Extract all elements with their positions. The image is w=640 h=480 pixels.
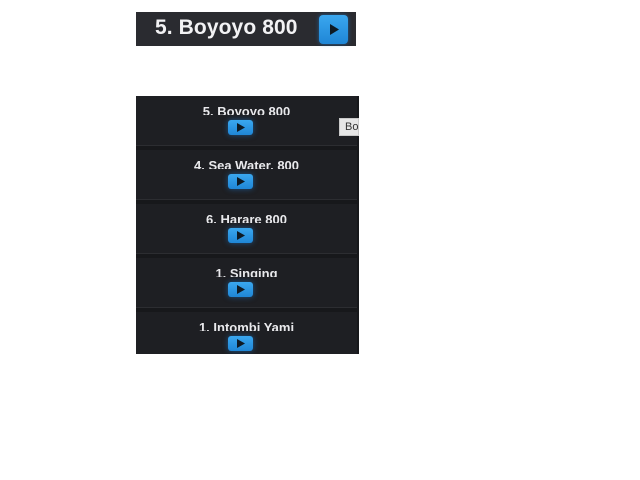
track-play-button[interactable] (228, 120, 253, 135)
track-label: 5. Boyoyo 800 (202, 104, 291, 115)
play-icon (237, 123, 245, 132)
track-label: 6. Harare 800 (206, 212, 287, 223)
track-play-button[interactable] (228, 336, 253, 351)
now-playing-bar: 5. Boyoyo 800 (136, 12, 356, 46)
track-play-button[interactable] (228, 228, 253, 243)
now-playing-play-button[interactable] (319, 15, 348, 44)
now-playing-title: 5. Boyoyo 800 (155, 16, 298, 39)
track-label: 4. Sea Water, 800 (193, 158, 300, 169)
play-icon (237, 231, 245, 240)
track-item[interactable]: 1. Intombi Yami (136, 312, 357, 354)
play-icon (237, 177, 245, 186)
tooltip: Bo (339, 118, 359, 136)
play-icon (237, 339, 245, 348)
track-item[interactable]: 5. Boyoyo 800 (136, 96, 357, 146)
track-item[interactable]: 1. Singing (136, 258, 357, 308)
track-play-button[interactable] (228, 282, 253, 297)
track-label: 1. Singing (215, 266, 278, 277)
track-item[interactable]: 6. Harare 800 (136, 204, 357, 254)
track-label: 1. Intombi Yami (198, 320, 295, 331)
track-item[interactable]: 4. Sea Water, 800 (136, 150, 357, 200)
play-icon (237, 285, 245, 294)
track-play-button[interactable] (228, 174, 253, 189)
play-icon (330, 24, 339, 35)
track-list: 5. Boyoyo 800 4. Sea Water, 800 6. Harar… (136, 96, 359, 354)
